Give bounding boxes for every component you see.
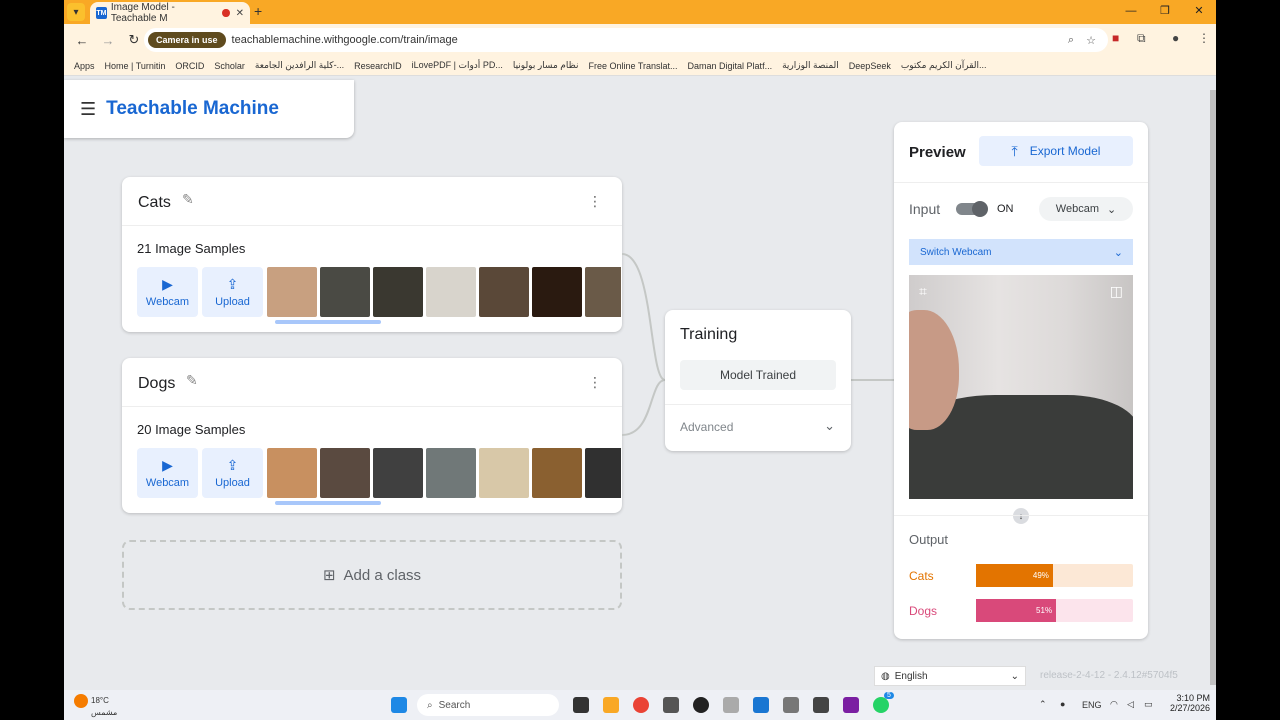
whatsapp-icon[interactable] — [873, 697, 889, 713]
battery-icon[interactable]: ▭ — [1144, 699, 1153, 710]
volume-icon[interactable]: ◁ — [1127, 699, 1134, 710]
preview-panel: Preview ⤒ Export Model Input ON Webcam ⌄ S… — [894, 122, 1148, 639]
app-icon[interactable] — [723, 697, 739, 713]
chevron-down-icon: ⌄ — [1113, 246, 1123, 259]
app-icon[interactable] — [783, 697, 799, 713]
language-select[interactable]: ◍ English ⌄ — [874, 666, 1026, 686]
confidence-bar: 49% — [976, 564, 1133, 587]
training-panel: Training Model Trained Advanced ⌄ — [665, 310, 851, 451]
app-icon[interactable] — [663, 697, 679, 713]
advanced-toggle[interactable]: Advanced — [680, 420, 733, 434]
confidence-value: 51% — [976, 599, 1057, 622]
app-icon[interactable] — [813, 697, 829, 713]
windows-start-icon[interactable] — [391, 697, 407, 713]
upload-icon: ⤒ — [1011, 142, 1018, 159]
vscode-icon[interactable] — [753, 697, 769, 713]
app-icon[interactable] — [693, 697, 709, 713]
model-trained-button[interactable]: Model Trained — [680, 360, 836, 390]
notification-badge: 5 — [884, 692, 894, 699]
output-label: Output — [909, 532, 949, 547]
input-source-dropdown[interactable]: Webcam ⌄ — [1039, 197, 1133, 221]
clock[interactable]: 3:10 PM 2/27/2026 — [1170, 693, 1210, 713]
browser-window: ▾ TM Image Model - Teachable M ✕ + — ❐ ✕… — [64, 0, 1216, 690]
confidence-bar: 51% — [976, 599, 1133, 622]
chrome-icon[interactable] — [633, 697, 649, 713]
app-icon[interactable] — [843, 697, 859, 713]
divider — [894, 182, 1148, 183]
chevron-down-icon: ⌄ — [1010, 670, 1019, 682]
switch-webcam-dropdown[interactable]: Switch Webcam ⌄ — [909, 239, 1133, 265]
arrow-down-icon[interactable]: ↓ — [1013, 508, 1029, 524]
task-view-icon[interactable] — [573, 697, 589, 713]
chevron-down-icon[interactable]: ⌄ — [824, 418, 835, 434]
crop-icon[interactable]: ⌗ — [919, 283, 927, 300]
confidence-value: 49% — [976, 564, 1053, 587]
page-scrollbar[interactable] — [1210, 90, 1216, 685]
input-language[interactable]: ENG — [1082, 700, 1102, 710]
flip-icon[interactable]: ◫ — [1110, 283, 1123, 300]
microphone-icon[interactable]: ● — [1060, 699, 1065, 709]
training-title: Training — [680, 326, 738, 343]
taskbar-search[interactable]: ⌕ Search — [417, 694, 559, 716]
release-version: release-2-4-12 - 2.4.12#5704f5 — [1040, 670, 1178, 681]
webcam-feed: ⌗ ◫ — [909, 275, 1133, 499]
divider — [665, 404, 851, 405]
chevron-up-icon[interactable]: ⌃ — [1039, 699, 1047, 710]
divider — [894, 515, 1148, 516]
globe-icon: ◍ — [881, 670, 890, 682]
export-model-button[interactable]: ⤒ Export Model — [979, 136, 1133, 166]
weather-sun-icon — [74, 694, 88, 708]
weather-widget[interactable]: 18°C مشمس — [74, 694, 117, 717]
input-toggle[interactable] — [956, 201, 988, 217]
chevron-down-icon: ⌄ — [1106, 203, 1117, 216]
wifi-icon[interactable]: ◠ — [1110, 699, 1118, 710]
input-label: Input — [909, 201, 941, 217]
taskbar: 18°C مشمس ⌕ Search 5 ⌃ ● ENG ◠ ◁ ▭ 3:10 PM… — [64, 690, 1216, 720]
toggle-state: ON — [997, 203, 1014, 215]
file-explorer-icon[interactable] — [603, 697, 619, 713]
output-class-label: Cats — [909, 569, 934, 583]
output-class-label: Dogs — [909, 604, 938, 618]
preview-title: Preview — [909, 144, 966, 161]
search-icon: ⌕ — [427, 699, 433, 711]
